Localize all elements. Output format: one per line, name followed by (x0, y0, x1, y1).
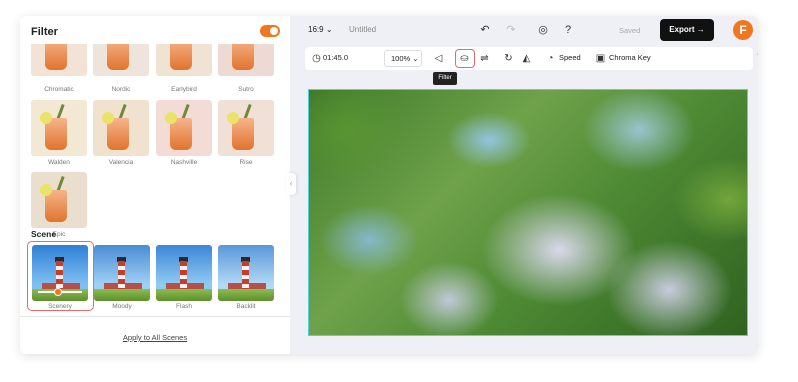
flip-icon[interactable]: ◭ (519, 51, 534, 66)
filter-icon[interactable]: ⛀ (457, 51, 472, 66)
filter-label: Sutro (238, 86, 254, 93)
chevron-down-icon: ⌄ (325, 25, 333, 34)
filter-thumb-sutro[interactable] (218, 44, 274, 76)
adjust-icon[interactable]: ⇌ (477, 51, 492, 66)
scene-thumb-moody[interactable] (94, 245, 150, 301)
duration[interactable]: 01:45.0 (323, 53, 348, 62)
apply-all-scenes-link[interactable]: Apply to All Scenes (20, 333, 290, 342)
rotate-icon[interactable]: ↻ (501, 51, 516, 66)
filter-thumb-epic[interactable] (31, 172, 87, 228)
scene-thumb-flash[interactable] (156, 245, 212, 301)
filter-thumb-nashville[interactable] (156, 100, 212, 156)
trash-icon[interactable]: 🗑 (755, 51, 758, 66)
avatar[interactable]: F (733, 20, 753, 40)
filter-thumb-chromatic[interactable] (31, 44, 87, 76)
filter-thumb-earlybird[interactable] (156, 44, 212, 76)
redo-icon[interactable]: ↷ (504, 23, 518, 37)
export-button[interactable]: Export → (660, 19, 714, 41)
volume-icon[interactable]: ◁ (431, 51, 446, 66)
screenshot-icon[interactable]: ◎ (536, 23, 550, 37)
editor-window: Filter Chromatic Nordic Earlybird Sutro … (20, 16, 758, 354)
chroma-key-label[interactable]: Chroma Key (609, 53, 651, 62)
filter-tooltip: Filter (433, 72, 457, 85)
filter-thumb-walden[interactable] (31, 100, 87, 156)
zoom-value: 100% (391, 54, 411, 63)
filter-thumb-valencia[interactable] (93, 100, 149, 156)
aspect-ratio-value: 16:9 (308, 25, 324, 34)
speed-icon[interactable]: ◔ (543, 51, 558, 66)
undo-icon[interactable]: ↶ (478, 23, 492, 37)
aspect-ratio-select[interactable]: 16:9 ⌄ (308, 25, 333, 34)
filter-toggle[interactable] (260, 25, 280, 37)
speed-label[interactable]: Speed (559, 53, 581, 62)
filter-label: Valencia (108, 159, 134, 166)
scene-section-label: Scene (31, 229, 57, 239)
filter-label: Rise (239, 159, 253, 166)
panel-title: Filter (31, 26, 58, 38)
video-canvas[interactable] (308, 89, 748, 336)
zoom-select[interactable]: 100% ⌄ (384, 50, 422, 67)
filter-panel: Filter Chromatic Nordic Earlybird Sutro … (20, 16, 290, 354)
save-status: Saved (619, 26, 641, 35)
help-icon[interactable]: ? (561, 23, 575, 37)
filter-thumb-rise[interactable] (218, 100, 274, 156)
filter-label: Nordic (111, 86, 131, 93)
filter-thumb-nordic[interactable] (93, 44, 149, 76)
chroma-key-icon[interactable]: ▣ (593, 51, 608, 66)
collapse-panel-handle[interactable]: ‹ (286, 173, 296, 195)
scene-thumb-scenery[interactable] (32, 245, 88, 301)
slider-handle[interactable] (54, 288, 62, 296)
scene-thumb-backlit[interactable] (218, 245, 274, 301)
chevron-down-icon: ⌄ (412, 54, 419, 63)
edit-toolbar: ◷ 01:45.0 100% ⌄ ◁ ⛀ ⇌ ↻ ◭ ◔ Speed ▣ Chr… (305, 47, 758, 70)
project-title[interactable]: Untitled (349, 25, 376, 34)
clock-icon: ◷ (312, 53, 321, 64)
scene-label: Backlit (236, 303, 256, 310)
